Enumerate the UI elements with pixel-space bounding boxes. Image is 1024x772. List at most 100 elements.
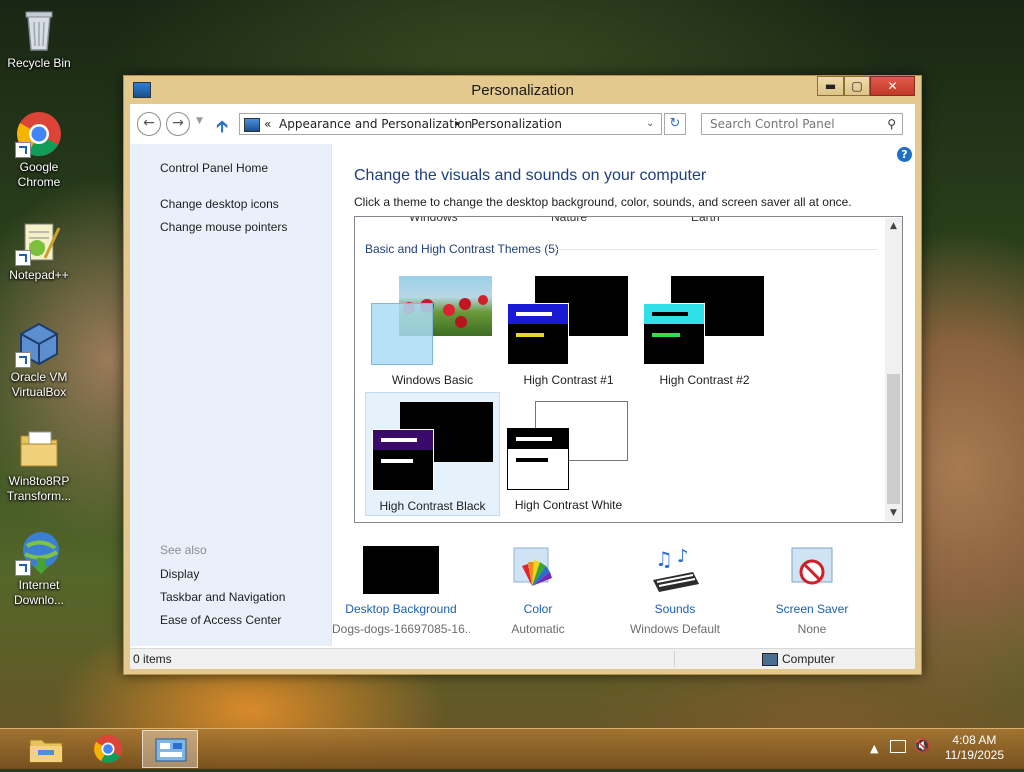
color-setting[interactable]: Color Automatic bbox=[469, 546, 607, 636]
search-input[interactable]: Search Control Panel ⚲ bbox=[701, 113, 903, 135]
theme-group-title: Basic and High Contrast Themes (5) bbox=[365, 242, 559, 256]
display-link[interactable]: Display bbox=[160, 567, 199, 581]
theme-preview-window bbox=[507, 303, 569, 365]
file-explorer-icon bbox=[29, 739, 63, 763]
color-link[interactable]: Color bbox=[469, 602, 607, 616]
control-panel-icon bbox=[244, 118, 260, 132]
theme-label-windows[interactable]: Windows bbox=[409, 217, 458, 224]
desktop-background-setting[interactable]: Desktop Background Dogs-dogs-16697085-16… bbox=[332, 546, 470, 636]
up-button[interactable]: 🡱 bbox=[216, 114, 228, 143]
navigation-bar: ← → ▼ 🡱 « Appearance and Personalization… bbox=[130, 104, 915, 144]
theme-list: Windows Nature Earth Basic and High Cont… bbox=[354, 216, 903, 523]
main-content: ? Change the visuals and sounds on your … bbox=[331, 144, 915, 646]
ease-of-access-center-link[interactable]: Ease of Access Center bbox=[160, 613, 281, 627]
theme-high-contrast-2[interactable]: High Contrast #2 bbox=[637, 267, 772, 391]
maximize-button[interactable]: ▢ bbox=[844, 76, 870, 96]
scrollbar-thumb[interactable] bbox=[887, 374, 900, 504]
breadcrumb-appearance-and-personalization[interactable]: Appearance and Personalization bbox=[279, 114, 472, 134]
taskbar-and-navigation-link[interactable]: Taskbar and Navigation bbox=[160, 590, 285, 604]
see-also-heading: See also bbox=[160, 543, 207, 557]
refresh-button[interactable]: ↻ bbox=[664, 113, 686, 135]
theme-preview-window bbox=[371, 303, 433, 365]
theme-list-scrollbar[interactable]: ▲ ▼ bbox=[885, 218, 902, 521]
desktop-icon-google-chrome[interactable]: Google Chrome bbox=[4, 110, 74, 190]
theme-name: High Contrast #2 bbox=[659, 373, 750, 387]
theme-high-contrast-white[interactable]: High Contrast White bbox=[501, 392, 636, 516]
page-description: Click a theme to change the desktop back… bbox=[354, 195, 852, 209]
sounds-icon: ♫ ♪ bbox=[637, 546, 713, 596]
sounds-link[interactable]: Sounds bbox=[606, 602, 744, 616]
chevron-down-icon: ▼ bbox=[196, 116, 203, 126]
address-dropdown-icon[interactable]: ⌄ bbox=[646, 114, 654, 134]
theme-label-nature[interactable]: Nature bbox=[551, 217, 587, 224]
desktop-icon-label: VirtualBox bbox=[11, 385, 67, 399]
close-button[interactable]: ✕ bbox=[870, 76, 915, 96]
show-hidden-icons-button[interactable]: ▲ bbox=[870, 742, 878, 755]
up-arrow-icon: 🡱 bbox=[216, 117, 229, 137]
taskbar-file-explorer-button[interactable] bbox=[18, 730, 74, 768]
minimize-button[interactable]: ▬ bbox=[817, 76, 844, 96]
forward-button[interactable]: → bbox=[166, 112, 190, 136]
status-bar: 0 items Computer bbox=[130, 648, 915, 669]
desktop-icon-internet-download-manager[interactable]: Internet Downlo... bbox=[4, 528, 74, 608]
control-panel-home-link[interactable]: Control Panel Home bbox=[160, 161, 268, 175]
folder-icon bbox=[15, 424, 63, 472]
desktop-background-link[interactable]: Desktop Background bbox=[332, 602, 470, 616]
taskbar: ▲ 🔇 4:08 AM 11/19/2025 bbox=[0, 728, 1024, 769]
theme-name: Windows Basic bbox=[391, 373, 474, 387]
breadcrumb-personalization[interactable]: Personalization bbox=[471, 114, 562, 134]
search-icon[interactable]: ⚲ bbox=[887, 114, 896, 134]
page-title: Change the visuals and sounds on your co… bbox=[354, 167, 707, 184]
desktop-background-thumbnail bbox=[363, 546, 439, 596]
search-placeholder: Search Control Panel bbox=[710, 117, 835, 131]
network-icon[interactable] bbox=[890, 740, 906, 753]
speaker-muted-icon[interactable]: 🔇 bbox=[914, 739, 930, 754]
svg-text:♫: ♫ bbox=[655, 547, 673, 571]
scroll-down-icon[interactable]: ▼ bbox=[885, 508, 902, 518]
screen-saver-link[interactable]: Screen Saver bbox=[743, 602, 881, 616]
breadcrumb-separator-icon[interactable]: ▸ bbox=[456, 114, 461, 134]
system-clock[interactable]: 4:08 AM 11/19/2025 bbox=[945, 733, 1004, 763]
desktop-icon-label: Internet bbox=[18, 578, 60, 592]
taskbar-chrome-button[interactable] bbox=[80, 730, 136, 768]
item-count: 0 items bbox=[133, 652, 172, 666]
recent-locations-dropdown[interactable]: ▼ bbox=[196, 116, 203, 126]
scroll-up-icon[interactable]: ▲ bbox=[885, 221, 902, 231]
color-value: Automatic bbox=[511, 622, 565, 636]
shortcut-arrow-icon bbox=[15, 560, 31, 576]
theme-high-contrast-1[interactable]: High Contrast #1 bbox=[501, 267, 636, 391]
desktop-icon-label: Google bbox=[19, 160, 59, 174]
back-arrow-icon: ← bbox=[143, 115, 155, 131]
chrome-icon bbox=[94, 735, 122, 763]
task-pane: Control Panel Home Change desktop icons … bbox=[130, 144, 332, 646]
change-desktop-icons-link[interactable]: Change desktop icons bbox=[160, 197, 279, 211]
address-bar[interactable]: « Appearance and Personalization ▸ Perso… bbox=[239, 113, 662, 135]
theme-windows-basic[interactable]: Windows Basic bbox=[365, 267, 500, 391]
desktop-icon-label: Recycle Bin bbox=[7, 56, 71, 70]
theme-label-earth[interactable]: Earth bbox=[691, 217, 720, 224]
address-overflow[interactable]: « bbox=[264, 114, 271, 134]
theme-preview-window bbox=[372, 429, 434, 491]
desktop-icon-notepad-plus-plus[interactable]: Notepad++ bbox=[4, 218, 74, 283]
shortcut-arrow-icon bbox=[15, 142, 31, 158]
refresh-icon: ↻ bbox=[669, 116, 681, 131]
screen-saver-setting[interactable]: Screen Saver None bbox=[743, 546, 881, 636]
back-button[interactable]: ← bbox=[137, 112, 161, 136]
theme-name: High Contrast Black bbox=[379, 499, 486, 513]
taskbar-control-panel-button[interactable] bbox=[142, 730, 198, 768]
recycle-bin-icon bbox=[15, 6, 63, 54]
desktop-icon-recycle-bin[interactable]: Recycle Bin bbox=[4, 6, 74, 71]
desktop-icon-win8to8rp-folder[interactable]: Win8to8RP Transform... bbox=[4, 424, 74, 504]
desktop-icon-oracle-vm-virtualbox[interactable]: Oracle VM VirtualBox bbox=[4, 320, 74, 400]
theme-high-contrast-black[interactable]: High Contrast Black bbox=[365, 392, 500, 516]
computer-icon bbox=[762, 653, 778, 666]
clock-time: 4:08 AM bbox=[952, 733, 997, 747]
chrome-icon bbox=[15, 110, 63, 158]
sounds-setting[interactable]: ♫ ♪ Sounds Windows Default bbox=[606, 546, 744, 636]
window-title: Personalization bbox=[471, 82, 574, 99]
desktop-icon-label: Notepad++ bbox=[9, 268, 69, 282]
help-icon[interactable]: ? bbox=[897, 147, 912, 162]
window-client-area: ← → ▼ 🡱 « Appearance and Personalization… bbox=[130, 104, 915, 669]
change-mouse-pointers-link[interactable]: Change mouse pointers bbox=[160, 220, 287, 234]
title-bar[interactable]: Personalization ▬ ▢ ✕ bbox=[124, 76, 921, 104]
